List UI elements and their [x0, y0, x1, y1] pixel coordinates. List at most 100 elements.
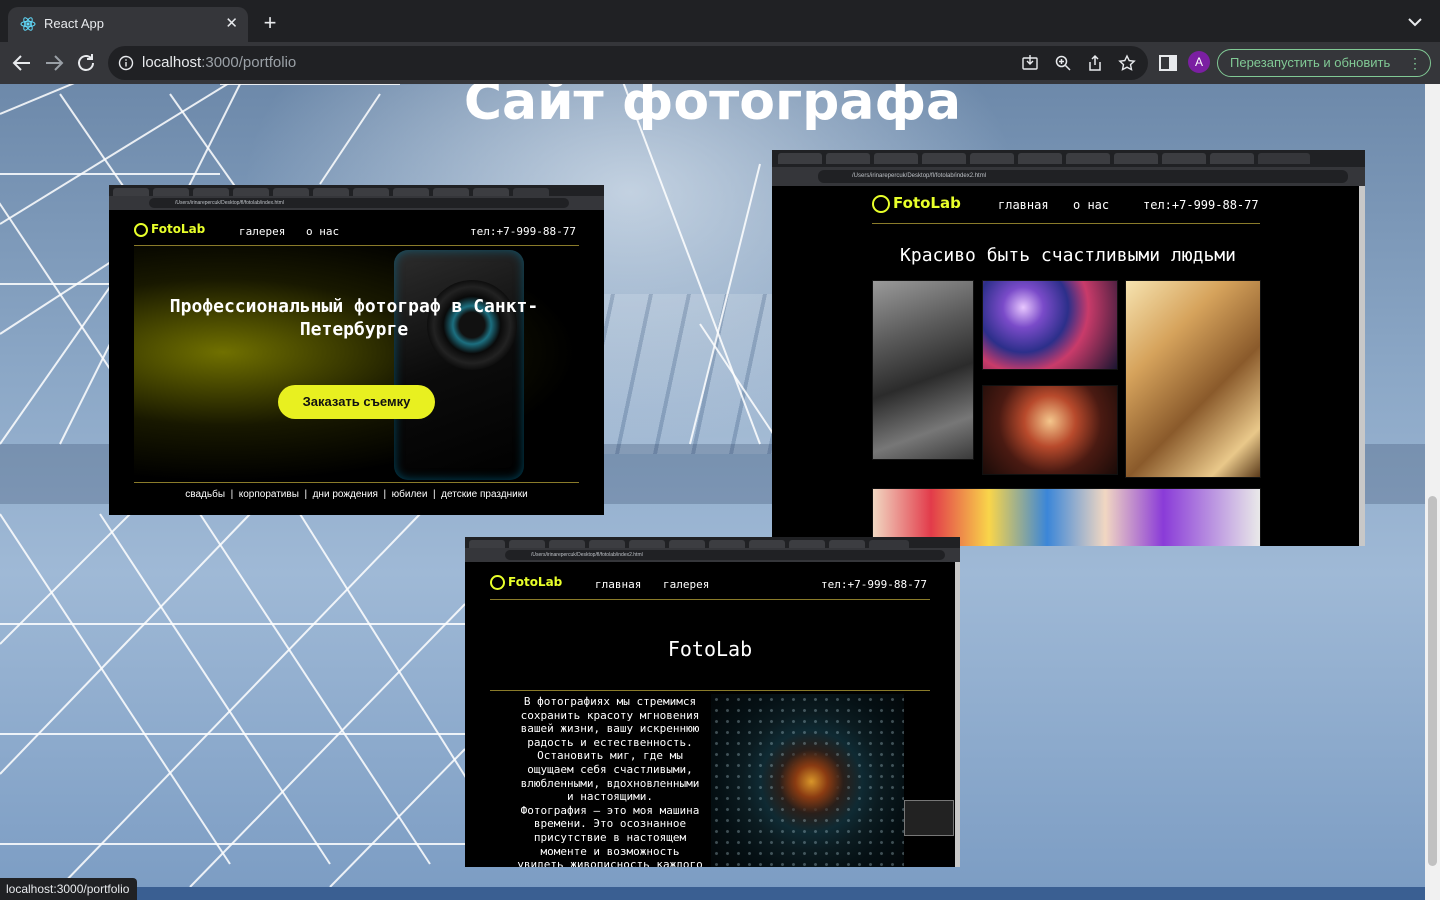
new-tab-button[interactable]: + — [258, 12, 282, 36]
mini-tab-strip — [465, 537, 960, 548]
browser-tab[interactable]: React App ✕ — [8, 7, 248, 42]
page-title: Сайт фотографа — [463, 84, 962, 132]
relaunch-update-button[interactable]: Перезапустить и обновить ⋮ — [1217, 49, 1431, 77]
mini-tab — [922, 153, 966, 164]
side-panel-icon[interactable] — [1156, 51, 1180, 75]
photo-couple-sunlight — [1125, 280, 1261, 478]
mini-tab — [473, 188, 509, 196]
mini-tab — [970, 153, 1014, 164]
mini-tab — [829, 540, 865, 548]
react-icon — [20, 17, 36, 31]
install-icon[interactable] — [1021, 54, 1039, 72]
mini-tab — [313, 188, 349, 196]
mini-tab — [778, 153, 822, 164]
mini-tab — [273, 188, 309, 196]
mini-tab — [433, 188, 469, 196]
gallery-heading: Красиво быть счастливыми людьми — [900, 245, 1236, 266]
url-path: :3000/portfolio — [201, 54, 297, 71]
mini-tab — [193, 188, 229, 196]
mini-tab — [469, 540, 505, 548]
mini-tab-active — [1258, 153, 1310, 164]
nav-gallery: галерея — [663, 578, 710, 591]
browser-toolbar: localhost:3000/portfolio A Перезапустить… — [0, 42, 1440, 84]
address-bar[interactable]: localhost:3000/portfolio — [108, 46, 1148, 80]
mini-tab — [353, 188, 389, 196]
mini-tab-active — [869, 540, 909, 548]
url-text: localhost:3000/portfolio — [142, 54, 296, 71]
tunnel-photo-texture — [711, 694, 904, 867]
forward-icon[interactable] — [42, 51, 66, 75]
mini-tab-strip — [772, 150, 1365, 167]
url-host: localhost — [142, 54, 202, 71]
about-heading: FotoLab — [667, 637, 753, 661]
mini-url: /Users/irinarepercuk/Desktop/fl/fotolab/… — [505, 550, 945, 560]
fotolab-logo: FotoLab — [490, 575, 562, 590]
mini-tab — [874, 153, 918, 164]
mini-tab — [789, 540, 825, 548]
phone-number: тел:+7-999-88-77 — [821, 578, 927, 591]
fotolab-logo: FotoLab — [134, 222, 205, 237]
order-shoot-button: Заказать съемку — [278, 385, 435, 419]
mini-scrollbar — [955, 562, 960, 867]
share-icon[interactable] — [1086, 54, 1104, 72]
nav-home: главная — [998, 198, 1049, 212]
back-icon[interactable] — [10, 51, 34, 75]
page-bottom-strip — [0, 887, 1425, 900]
scrollbar-thumb[interactable] — [1428, 496, 1437, 866]
mini-tab — [1114, 153, 1158, 164]
profile-avatar[interactable]: A — [1188, 51, 1210, 73]
about-divider — [490, 690, 930, 691]
mini-url: /Users/irinarepercuk/Desktop/fl/fotolab/… — [818, 170, 1348, 183]
mini-thumbnail-preview — [904, 800, 954, 836]
phone-number: тел:+7-999-88-77 — [470, 225, 576, 238]
mini-tab — [1066, 153, 1110, 164]
reload-icon[interactable] — [74, 51, 98, 75]
mini-tab — [233, 188, 269, 196]
page-viewport: Сайт фотографа /Users/irinarepercuk/Desk… — [0, 84, 1440, 900]
mini-tab — [393, 188, 429, 196]
mini-tab — [509, 540, 545, 548]
zoom-icon[interactable] — [1054, 54, 1072, 72]
hero-heading: Профессиональный фотограф в Санкт-Петерб… — [169, 296, 539, 340]
mini-tab — [629, 540, 665, 548]
photo-bw-couple — [872, 280, 974, 460]
header-divider — [490, 599, 930, 600]
portfolio-screenshot-about[interactable]: /Users/irinarepercuk/Desktop/fl/fotolab/… — [465, 537, 960, 867]
mini-toolbar: /Users/irinarepercuk/Desktop/fl/fotolab/… — [772, 167, 1365, 186]
close-tab-icon[interactable]: ✕ — [225, 15, 238, 33]
portfolio-screenshot-gallery[interactable]: /Users/irinarepercuk/Desktop/fl/fotolab/… — [772, 150, 1365, 546]
mini-tab — [826, 153, 870, 164]
relaunch-label: Перезапустить и обновить — [1230, 55, 1391, 70]
status-url-bubble: localhost:3000/portfolio — [0, 878, 138, 900]
mini-scrollbar — [1359, 186, 1365, 546]
nav-about: о нас — [1073, 198, 1110, 212]
services-footer: свадьбы | корпоративы | дни рождения | ю… — [185, 489, 528, 500]
footer-divider — [134, 482, 579, 483]
mini-tab — [1162, 153, 1206, 164]
mini-tab-strip — [109, 185, 604, 196]
about-paragraph: В фотографиях мы стремимся сохранить кра… — [517, 695, 703, 867]
tab-strip: React App ✕ + — [0, 0, 1440, 42]
mini-tab — [709, 540, 745, 548]
mini-tab — [153, 188, 189, 196]
page-scrollbar[interactable] — [1425, 84, 1440, 900]
mini-tab — [549, 540, 585, 548]
mini-url: /Users/irinarepercuk/Desktop/fl/fotolab/… — [149, 198, 569, 208]
chevron-down-icon[interactable] — [1408, 14, 1422, 30]
mini-tab-active — [513, 188, 549, 196]
nav-home: главная — [595, 578, 642, 591]
portfolio-screenshot-home[interactable]: /Users/irinarepercuk/Desktop/fl/fotolab/… — [109, 185, 604, 515]
mini-tab — [1210, 153, 1254, 164]
mini-toolbar: /Users/irinarepercuk/Desktop/fl/fotolab/… — [109, 196, 604, 210]
photo-party — [982, 280, 1118, 370]
tab-title: React App — [44, 16, 104, 31]
mini-tab — [749, 540, 785, 548]
star-icon[interactable] — [1118, 54, 1136, 72]
nav-about: о нас — [306, 225, 340, 238]
info-icon[interactable] — [118, 55, 134, 71]
photo-celebration — [982, 385, 1118, 475]
more-icon[interactable]: ⋮ — [1408, 50, 1422, 76]
mini-tab — [1018, 153, 1062, 164]
phone-number: тел:+7-999-88-77 — [1143, 198, 1259, 212]
fotolab-logo: FotoLab — [872, 194, 961, 213]
